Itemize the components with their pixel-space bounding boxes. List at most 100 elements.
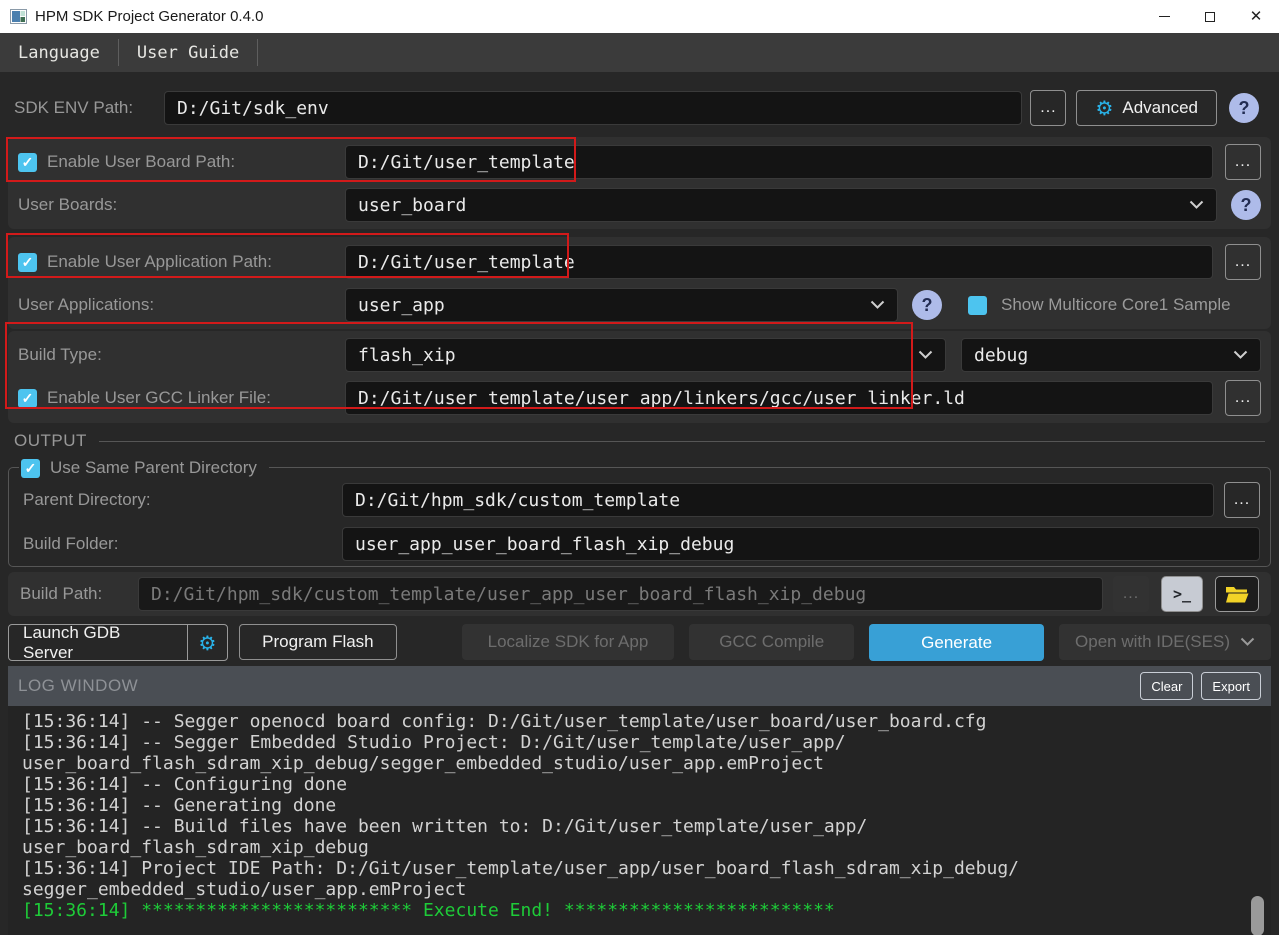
log-output[interactable]: [15:36:14] -- Segger openocd board confi… — [8, 706, 1271, 935]
sdk-env-label: SDK ENV Path: — [14, 98, 164, 118]
build-type-select[interactable]: flash_xip — [345, 338, 946, 372]
window-title: HPM SDK Project Generator 0.4.0 — [35, 8, 263, 25]
advanced-label: Advanced — [1122, 98, 1198, 118]
localize-sdk-button: Localize SDK for App — [462, 624, 675, 660]
log-export-button[interactable]: Export — [1201, 672, 1261, 700]
log-scrollbar-thumb[interactable] — [1251, 896, 1264, 935]
application-panel: ✓ Enable User Application Path: D:/Git/u… — [8, 237, 1271, 329]
build-panel: Build Type: flash_xip debug ✓ Enable Use… — [8, 331, 1271, 423]
linker-row: ✓ Enable User GCC Linker File: D:/Git/us… — [18, 380, 1261, 416]
log-title: LOG WINDOW — [18, 676, 138, 696]
build-type-value: flash_xip — [358, 345, 456, 366]
log-line: [15:36:14] -- Segger openocd board confi… — [22, 711, 1271, 732]
launch-gdb-group: Launch GDB Server ⚙ — [8, 624, 228, 661]
app-path-input[interactable]: D:/Git/user_template — [345, 245, 1213, 279]
sdk-env-help-button[interactable]: ? — [1229, 93, 1259, 123]
user-apps-label: User Applications: — [18, 295, 154, 315]
board-path-input[interactable]: D:/Git/user_template — [345, 145, 1213, 179]
minimize-button[interactable] — [1141, 0, 1187, 33]
app-path-row: ✓ Enable User Application Path: D:/Git/u… — [18, 244, 1261, 280]
gdb-settings-button[interactable]: ⚙ — [188, 625, 227, 660]
chevron-down-icon — [1240, 637, 1255, 647]
build-profile-value: debug — [974, 345, 1028, 366]
app-path-value: D:/Git/user_template — [358, 252, 575, 273]
user-boards-label: User Boards: — [18, 195, 117, 215]
multicore-checkbox[interactable] — [968, 296, 987, 315]
close-icon: ✕ — [1250, 9, 1263, 24]
user-apps-select[interactable]: user_app — [345, 288, 898, 322]
same-parent-option: ✓ Use Same Parent Directory — [19, 456, 269, 480]
log-window: LOG WINDOW Clear Export [15:36:14] -- Se… — [8, 666, 1271, 935]
linker-file-input[interactable]: D:/Git/user_template/user_app/linkers/gc… — [345, 381, 1213, 415]
user-boards-help-button[interactable]: ? — [1231, 190, 1261, 220]
linker-browse-button[interactable]: ... — [1225, 380, 1261, 416]
enable-app-checkbox[interactable]: ✓ — [18, 253, 37, 272]
advanced-button[interactable]: ⚙ Advanced — [1076, 90, 1217, 126]
log-line: [15:36:14] -- Generating done — [22, 795, 1271, 816]
log-line: [15:36:14] -- Build files have been writ… — [22, 816, 1271, 837]
output-groupbox: ✓ Use Same Parent Directory Parent Direc… — [8, 467, 1271, 567]
log-line: [15:36:14] -- Segger Embedded Studio Pro… — [22, 732, 1271, 753]
launch-gdb-button[interactable]: Launch GDB Server — [9, 625, 187, 660]
titlebar: HPM SDK Project Generator 0.4.0 ✕ — [0, 0, 1279, 33]
user-boards-select[interactable]: user_board — [345, 188, 1217, 222]
open-terminal-button[interactable]: >_ — [1161, 576, 1203, 612]
parent-directory-value: D:/Git/hpm_sdk/custom_template — [355, 490, 680, 511]
chevron-down-icon — [918, 350, 933, 360]
log-line: [15:36:14] -- Configuring done — [22, 774, 1271, 795]
parent-directory-input[interactable]: D:/Git/hpm_sdk/custom_template — [342, 483, 1214, 517]
app-icon — [10, 8, 27, 25]
build-path-input: D:/Git/hpm_sdk/custom_template/user_app_… — [138, 577, 1103, 611]
build-folder-input[interactable]: user_app_user_board_flash_xip_debug — [342, 527, 1260, 561]
enable-linker-checkbox[interactable]: ✓ — [18, 389, 37, 408]
generate-label: Generate — [921, 633, 992, 653]
multicore-option: Show Multicore Core1 Sample — [968, 295, 1231, 315]
sdk-env-input[interactable]: D:/Git/sdk_env — [164, 91, 1022, 125]
menu-language[interactable]: Language — [0, 33, 118, 72]
actions-row: Launch GDB Server ⚙ Program Flash Locali… — [8, 624, 1271, 661]
program-flash-button[interactable]: Program Flash — [239, 624, 396, 660]
same-parent-label: Use Same Parent Directory — [50, 458, 257, 478]
sdk-env-row: SDK ENV Path: D:/Git/sdk_env ... ⚙ Advan… — [8, 90, 1271, 126]
output-section-divider — [99, 441, 1265, 442]
same-parent-checkbox[interactable]: ✓ — [21, 459, 40, 478]
log-line: [15:36:14] ************************* Exe… — [22, 900, 1271, 921]
window-controls: ✕ — [1141, 0, 1279, 33]
minimize-icon — [1159, 16, 1170, 17]
menu-user-guide[interactable]: User Guide — [119, 33, 257, 72]
menu-separator — [257, 39, 258, 66]
linker-file-value: D:/Git/user_template/user_app/linkers/gc… — [358, 388, 965, 409]
log-line: [15:36:14] Project IDE Path: D:/Git/user… — [22, 858, 1271, 879]
user-apps-help-button[interactable]: ? — [912, 290, 942, 320]
output-section-label: OUTPUT — [14, 431, 87, 451]
board-panel: ✓ Enable User Board Path: D:/Git/user_te… — [8, 137, 1271, 229]
app-path-browse-button[interactable]: ... — [1225, 244, 1261, 280]
log-header: LOG WINDOW Clear Export — [8, 666, 1271, 706]
app-window: HPM SDK Project Generator 0.4.0 ✕ Langua… — [0, 0, 1279, 935]
log-clear-button[interactable]: Clear — [1140, 672, 1193, 700]
build-profile-select[interactable]: debug — [961, 338, 1261, 372]
open-folder-button[interactable] — [1215, 576, 1259, 612]
chevron-down-icon — [1233, 350, 1248, 360]
parent-directory-label: Parent Directory: — [23, 490, 151, 510]
generate-button[interactable]: Generate — [869, 624, 1044, 661]
build-path-label: Build Path: — [20, 584, 138, 604]
user-apps-value: user_app — [358, 295, 445, 316]
open-with-ide-button: Open with IDE(SES) — [1059, 624, 1271, 660]
maximize-button[interactable] — [1187, 0, 1233, 33]
build-folder-label: Build Folder: — [23, 534, 118, 554]
log-lines: [15:36:14] -- Segger openocd board confi… — [22, 711, 1271, 921]
parent-directory-browse-button[interactable]: ... — [1224, 482, 1260, 518]
multicore-label: Show Multicore Core1 Sample — [1001, 295, 1231, 315]
log-line: user_board_flash_sdram_xip_debug — [22, 837, 1271, 858]
build-type-label: Build Type: — [18, 345, 102, 365]
build-folder-row: Build Folder: user_app_user_board_flash_… — [23, 527, 1260, 561]
board-path-browse-button[interactable]: ... — [1225, 144, 1261, 180]
log-line: segger_embedded_studio/user_app.emProjec… — [22, 879, 1271, 900]
gear-icon: ⚙ — [1095, 98, 1113, 118]
build-type-row: Build Type: flash_xip debug — [18, 338, 1261, 372]
board-path-value: D:/Git/user_template — [358, 152, 575, 173]
sdk-env-browse-button[interactable]: ... — [1030, 90, 1066, 126]
enable-board-checkbox[interactable]: ✓ — [18, 153, 37, 172]
close-button[interactable]: ✕ — [1233, 0, 1279, 33]
